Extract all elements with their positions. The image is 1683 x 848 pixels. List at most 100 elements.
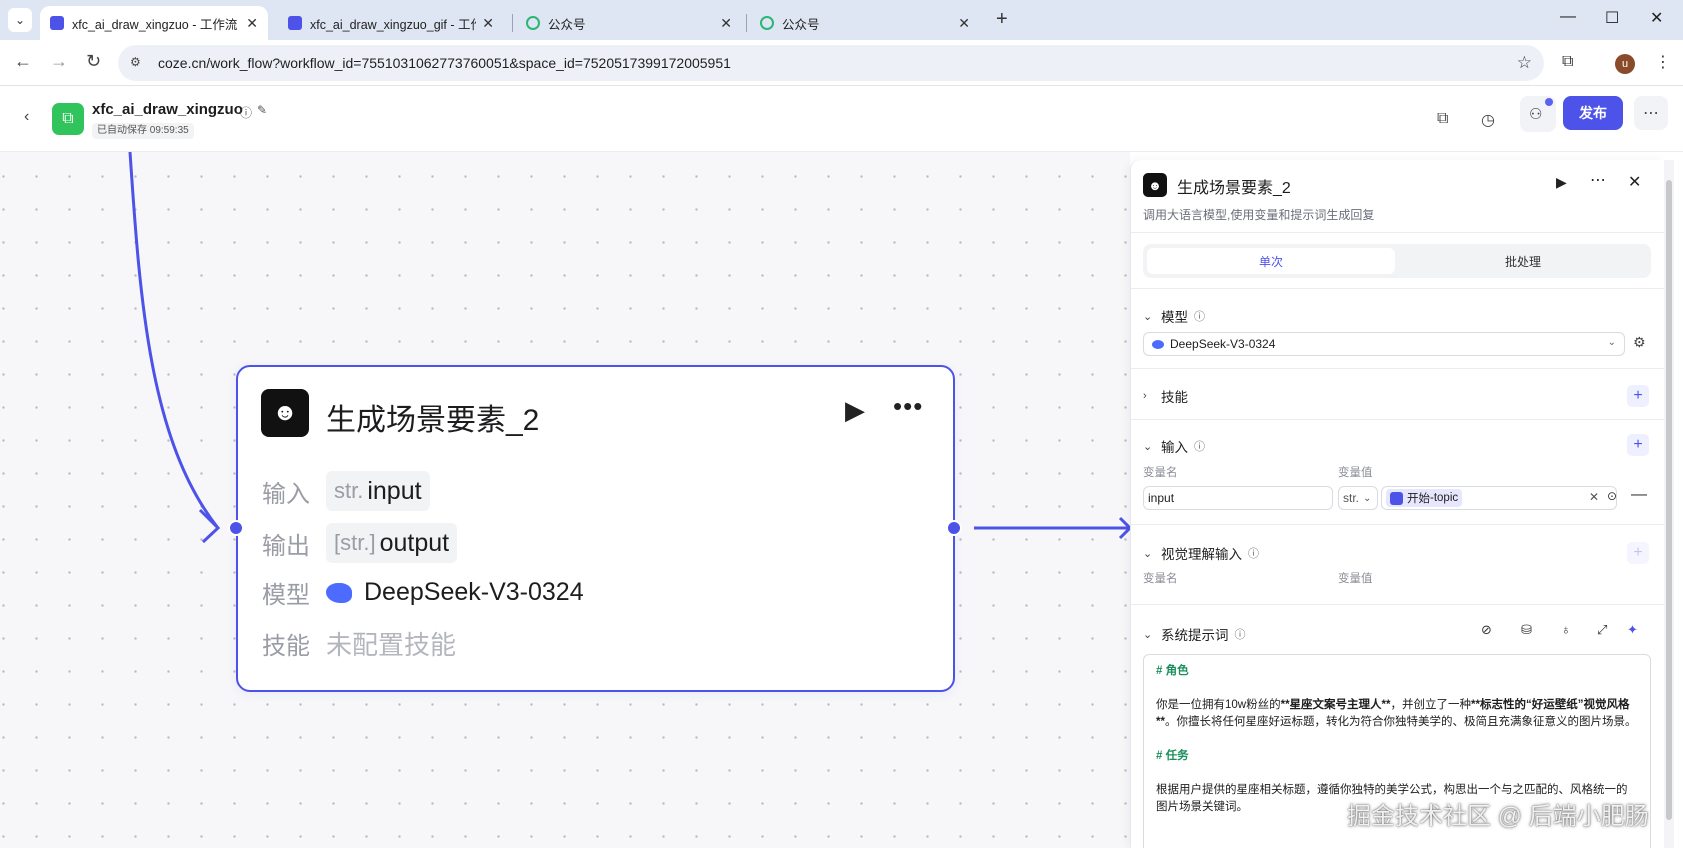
run-mode-segmented-control: 单次 批处理 <box>1143 244 1651 278</box>
profile-avatar[interactable]: u <box>1615 54 1635 74</box>
node-skill-row: 技能 未配置技能 <box>262 625 456 662</box>
tab-close-icon[interactable]: ✕ <box>720 15 732 32</box>
tab-single[interactable]: 单次 <box>1147 248 1395 274</box>
add-input-button[interactable]: + <box>1627 434 1649 456</box>
node-config-panel: ☻ 生成场景要素_2 调用大语言模型,使用变量和提示词生成回复 ▶ ⋯ ✕ 单次… <box>1130 160 1664 848</box>
input-label: 输入 <box>262 480 310 508</box>
info-icon[interactable]: ⓘ <box>1194 438 1205 454</box>
model-settings-gear-icon[interactable]: ⚙ <box>1633 334 1646 351</box>
tab-close-icon[interactable]: ✕ <box>958 15 970 32</box>
prompt-text: 你是一位拥有10w粉丝的 <box>1156 699 1281 711</box>
window-close-icon[interactable]: ✕ <box>1650 8 1663 28</box>
collaborators-button[interactable]: ⚇ <box>1520 96 1556 132</box>
ai-optimize-sparkle-icon[interactable]: ✦ <box>1627 622 1638 638</box>
url-text[interactable]: coze.cn/work_flow?workflow_id=7551031062… <box>158 55 731 71</box>
reload-icon[interactable]: ↻ <box>86 51 101 72</box>
add-vision-input-button[interactable]: + <box>1627 542 1649 564</box>
address-bar-row: ← → ↻ ⚙ coze.cn/work_flow?workflow_id=75… <box>0 40 1683 86</box>
node-input-port[interactable] <box>228 520 244 536</box>
start-node-icon <box>1390 491 1403 505</box>
extensions-puzzle-icon[interactable]: ⧉ <box>1562 53 1573 71</box>
prompt-library-icon[interactable]: ⛁ <box>1521 622 1532 638</box>
divider <box>1131 604 1664 605</box>
node-more-icon[interactable]: ••• <box>893 391 923 422</box>
skills-section-header[interactable]: › 技能 <box>1143 386 1188 406</box>
var-value-header: 变量值 <box>1338 573 1373 585</box>
ref-var-name: topic <box>1433 492 1459 504</box>
llm-node-icon: ☻ <box>1143 173 1167 197</box>
prompt-bold: **星座文案号主理人** <box>1280 699 1391 711</box>
browser-tab-2[interactable]: xfc_ai_draw_xingzuo_gif - 工作 ✕ <box>278 6 504 40</box>
browser-tab-1[interactable]: xfc_ai_draw_xingzuo - 工作流 ✕ <box>40 6 268 40</box>
wechat-favicon-icon <box>760 16 774 30</box>
minimize-icon[interactable]: — <box>1560 8 1576 26</box>
lightbulb-icon[interactable]: ♁ <box>1561 622 1571 637</box>
skills-section-title: 技能 <box>1161 390 1188 405</box>
info-icon[interactable]: ⓘ <box>1194 308 1205 324</box>
run-node-play-icon[interactable]: ▶ <box>845 395 865 426</box>
chevron-down-icon: ⌄ <box>1143 310 1153 323</box>
clear-ref-icon[interactable]: ✕ <box>1589 490 1599 504</box>
input-var-type-select[interactable]: str. ⌄ <box>1338 486 1378 510</box>
compass-icon[interactable]: ⊘ <box>1481 622 1492 638</box>
bookmark-star-icon[interactable]: ☆ <box>1517 53 1532 73</box>
publish-button[interactable]: 发布 <box>1563 96 1623 130</box>
node-model-row: 模型 DeepSeek-V3-0324 <box>262 575 584 610</box>
model-select-value: DeepSeek-V3-0324 <box>1170 337 1276 351</box>
maximize-icon[interactable]: ☐ <box>1605 8 1619 28</box>
node-input-row: 输入 str. input <box>262 471 430 511</box>
input-var-value-ref[interactable]: 开始 - topic <box>1381 486 1617 510</box>
browser-tab-3[interactable]: 公众号 ✕ <box>516 6 742 40</box>
panel-more-icon[interactable]: ⋯ <box>1590 170 1606 190</box>
tab-search-chevron-icon[interactable]: ⌄ <box>8 8 32 32</box>
prompt-task-heading: # 任务 <box>1156 750 1189 762</box>
ref-setting-icon[interactable]: ⊙ <box>1607 489 1617 503</box>
input-var-name-field[interactable]: input <box>1143 486 1333 510</box>
info-icon[interactable]: ⓘ <box>240 104 252 121</box>
panel-title[interactable]: 生成场景要素_2 <box>1177 174 1291 198</box>
copy-icon[interactable]: ⧉ <box>1437 110 1448 128</box>
variable-reference-tag[interactable]: 开始 - topic <box>1386 489 1463 507</box>
expand-icon[interactable]: ⤢ <box>1597 622 1607 638</box>
tab-batch[interactable]: 批处理 <box>1399 248 1647 274</box>
tab-close-icon[interactable]: ✕ <box>246 15 258 32</box>
chevron-down-icon: ⌄ <box>1363 492 1372 504</box>
input-section-header[interactable]: ⌄ 输入 ⓘ <box>1143 436 1205 456</box>
url-omnibox[interactable]: ⚙ coze.cn/work_flow?workflow_id=75510310… <box>118 45 1544 81</box>
notification-dot <box>1545 98 1553 106</box>
info-icon[interactable]: ⓘ <box>1235 626 1246 642</box>
llm-node[interactable]: ☻ 生成场景要素_2 ▶ ••• 输入 str. input 输出 [str.]… <box>236 365 955 692</box>
add-skill-button[interactable]: + <box>1627 385 1649 407</box>
edit-icon[interactable]: ✎ <box>257 103 267 117</box>
workflow-canvas[interactable]: ☻ 生成场景要素_2 ▶ ••• 输入 str. input 输出 [str.]… <box>0 152 1130 848</box>
browser-menu-icon[interactable]: ⋮ <box>1655 52 1671 72</box>
workflow-name: xfc_ai_draw_xingzuo <box>92 101 243 118</box>
test-run-play-icon[interactable]: ▶ <box>1556 174 1567 191</box>
more-options-icon[interactable]: ⋯ <box>1634 96 1668 130</box>
new-tab-plus-icon[interactable]: + <box>996 8 1008 31</box>
node-output-port[interactable] <box>946 520 962 536</box>
tab-separator <box>746 14 747 32</box>
system-prompt-section-header[interactable]: ⌄ 系统提示词 ⓘ <box>1143 624 1246 644</box>
chevron-down-icon: ⌄ <box>1143 547 1153 560</box>
remove-input-button[interactable]: — <box>1631 486 1647 504</box>
tab-close-icon[interactable]: ✕ <box>482 15 494 32</box>
input-var-name: input <box>367 476 422 505</box>
users-icon: ⚇ <box>1529 106 1543 123</box>
chevron-right-icon: › <box>1143 390 1147 402</box>
panel-close-icon[interactable]: ✕ <box>1628 172 1641 192</box>
info-icon[interactable]: ⓘ <box>1248 545 1259 561</box>
vision-section-header[interactable]: ⌄ 视觉理解输入 ⓘ <box>1143 543 1259 563</box>
site-settings-icon[interactable]: ⚙ <box>130 55 141 69</box>
history-clock-icon[interactable]: ◷ <box>1481 110 1495 130</box>
forward-arrow-icon[interactable]: → <box>50 51 68 72</box>
coze-favicon-icon <box>50 16 64 30</box>
model-select[interactable]: DeepSeek-V3-0324 ⌄ <box>1143 332 1625 356</box>
panel-scrollbar[interactable] <box>1664 160 1674 848</box>
scrollbar-thumb[interactable] <box>1666 180 1672 820</box>
back-arrow-icon[interactable]: ← <box>14 51 32 72</box>
browser-tab-4[interactable]: 公众号 ✕ <box>750 6 980 40</box>
back-chevron-icon[interactable]: ‹ <box>24 108 29 126</box>
model-section-header[interactable]: ⌄ 模型 ⓘ <box>1143 306 1205 326</box>
autosave-badge: 已自动保存 09:59:35 <box>92 123 194 139</box>
